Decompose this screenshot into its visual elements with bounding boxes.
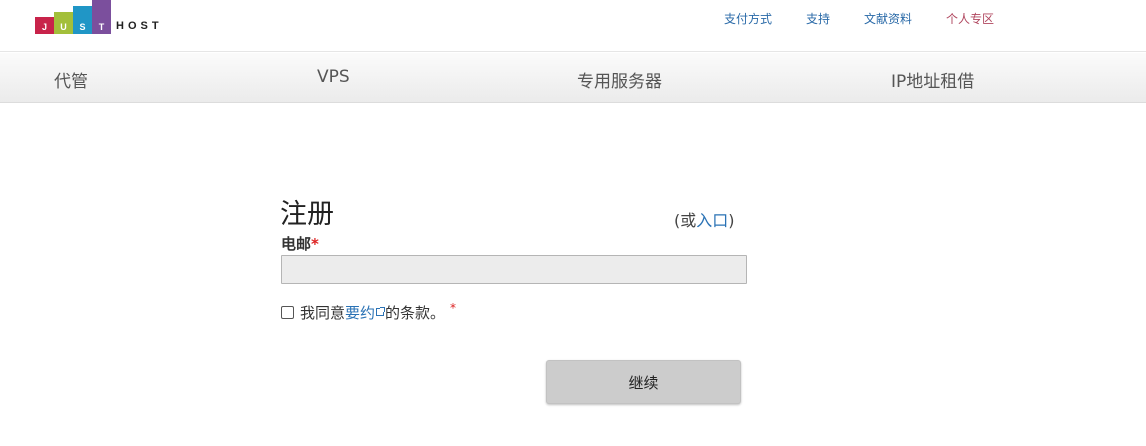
email-required-mark: * <box>311 235 319 253</box>
email-label-text: 电邮 <box>281 235 312 253</box>
top-bar: J U S T HOST 支付方式 支持 文献资料 个人专区 <box>0 0 1146 52</box>
main-nav: 代管 VPS 专用服务器 IP地址租借 <box>0 53 1146 103</box>
nav-item-vps[interactable]: VPS <box>317 67 350 87</box>
terms-checkbox[interactable] <box>281 305 294 319</box>
page-title: 注册 <box>280 199 334 230</box>
or-prefix: (或 <box>674 211 697 230</box>
offer-link[interactable]: 要约 <box>345 302 375 323</box>
top-link-support[interactable]: 支持 <box>806 10 830 27</box>
terms-required-mark: * <box>450 301 457 315</box>
login-link[interactable]: 入口 <box>696 211 728 230</box>
terms-suffix: 的条款。 <box>385 303 446 322</box>
nav-item-ip-rental[interactable]: IP地址租借 <box>891 67 974 92</box>
top-link-payment-methods[interactable]: 支付方式 <box>724 10 772 27</box>
terms-prefix: 我同意 <box>300 303 346 322</box>
top-link-personal-area[interactable]: 个人专区 <box>946 10 994 27</box>
top-link-documentation[interactable]: 文献资料 <box>864 10 912 27</box>
nav-item-hosting[interactable]: 代管 <box>54 67 88 92</box>
nav-item-dedicated-servers[interactable]: 专用服务器 <box>577 67 662 92</box>
email-label: 电邮* <box>281 233 319 254</box>
terms-agreement: 我同意 要约 的条款。 * <box>280 301 457 323</box>
or-suffix: ) <box>728 211 735 230</box>
top-links: 支付方式 支持 文献资料 个人专区 <box>0 10 1146 28</box>
external-link-icon <box>376 307 386 316</box>
continue-button[interactable]: 继续 <box>546 360 741 404</box>
or-login-text: (或入口) <box>674 207 735 231</box>
email-field[interactable] <box>281 255 747 284</box>
